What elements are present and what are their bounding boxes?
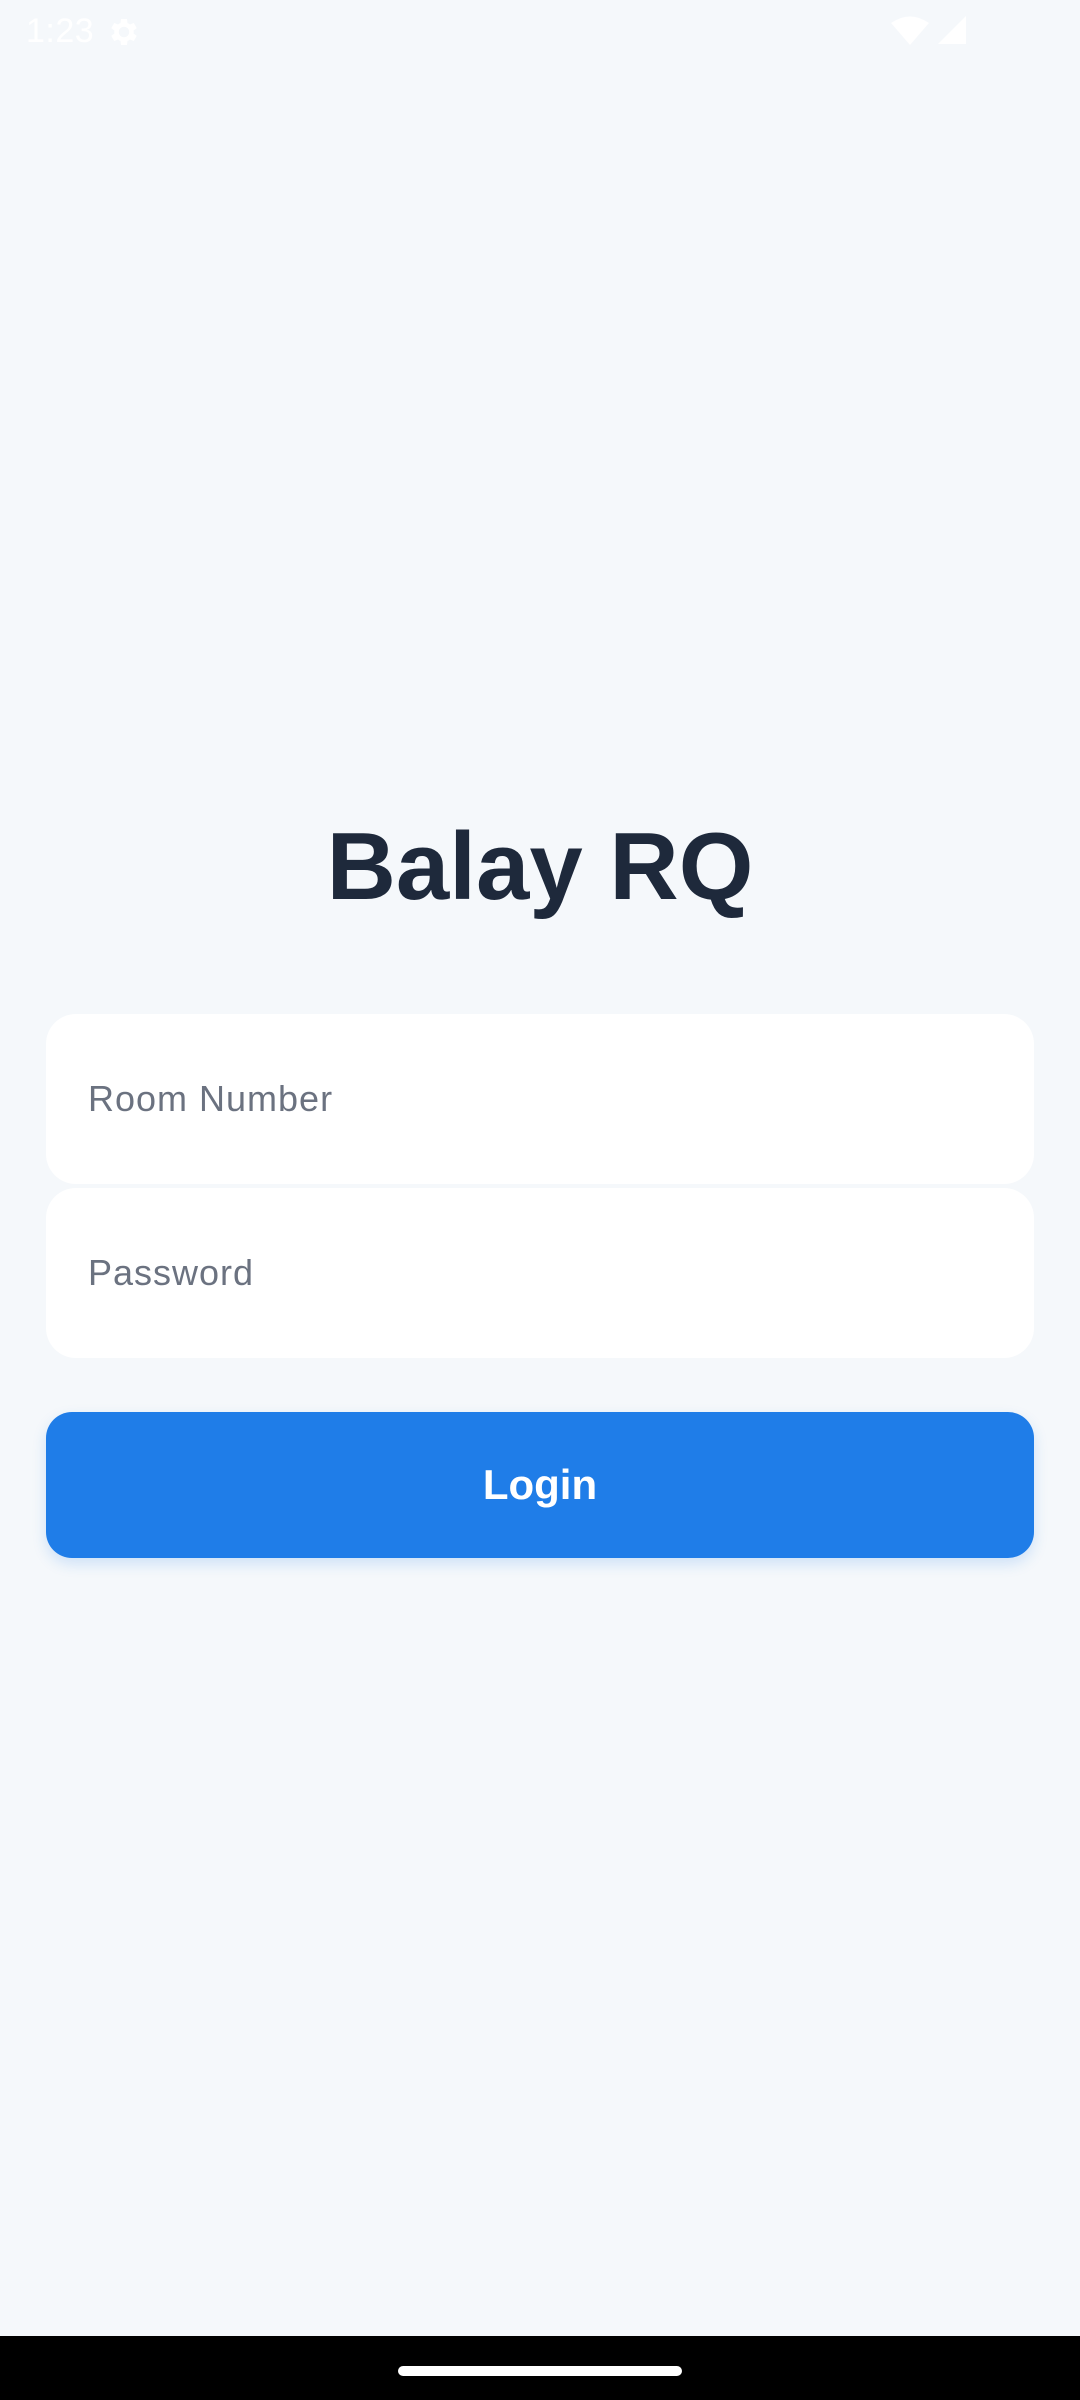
- signal-icon: [938, 16, 966, 44]
- room-number-field-container: [46, 1014, 1034, 1184]
- password-field-container: [46, 1188, 1034, 1358]
- login-button[interactable]: Login: [46, 1412, 1034, 1558]
- gear-icon: [111, 18, 137, 46]
- app-title: Balay RQ: [326, 813, 754, 920]
- password-input[interactable]: [46, 1188, 1034, 1358]
- status-bar: 1:23: [0, 0, 1080, 64]
- status-time: 1:23: [26, 12, 95, 50]
- navigation-bar: [0, 2336, 1080, 2400]
- login-screen: 1:23 Balay RQ Login: [0, 0, 1080, 2400]
- wifi-icon: [891, 16, 929, 45]
- room-number-input[interactable]: [46, 1014, 1034, 1184]
- home-indicator[interactable]: [398, 2366, 682, 2376]
